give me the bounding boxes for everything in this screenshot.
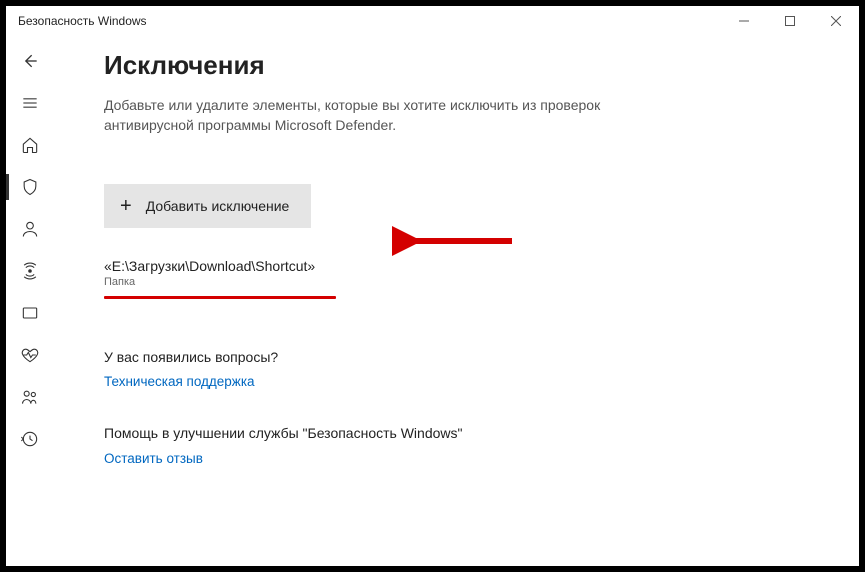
maximize-button[interactable]	[767, 6, 813, 36]
hamburger-icon	[20, 93, 40, 113]
network-icon	[20, 261, 40, 281]
family-icon	[20, 387, 40, 407]
questions-heading: У вас появились вопросы?	[104, 349, 819, 365]
sidebar-item-device[interactable]	[6, 334, 54, 376]
window-title: Безопасность Windows	[18, 14, 147, 28]
add-exclusion-button[interactable]: + Добавить исключение	[104, 184, 311, 228]
shield-icon	[20, 177, 40, 197]
person-icon	[20, 219, 40, 239]
page-title: Исключения	[104, 50, 819, 81]
back-button[interactable]	[6, 40, 54, 82]
exclusion-item[interactable]: «E:\Загрузки\Download\Shortcut» Папка	[104, 258, 819, 288]
add-button-label: Добавить исключение	[146, 198, 290, 214]
home-icon	[20, 135, 40, 155]
arrow-left-icon	[20, 51, 40, 71]
app-icon	[20, 303, 40, 323]
annotation-underline	[104, 296, 336, 299]
exclusion-type: Папка	[104, 276, 819, 288]
titlebar: Безопасность Windows	[6, 6, 859, 36]
sidebar-item-home[interactable]	[6, 124, 54, 166]
sidebar-item-firewall[interactable]	[6, 250, 54, 292]
window: Безопасность Windows	[6, 6, 859, 566]
menu-button[interactable]	[6, 82, 54, 124]
sidebar-item-history[interactable]	[6, 418, 54, 460]
sidebar-item-account[interactable]	[6, 208, 54, 250]
sidebar-item-family[interactable]	[6, 376, 54, 418]
history-icon	[20, 429, 40, 449]
exclusion-path: «E:\Загрузки\Download\Shortcut»	[104, 258, 819, 274]
sidebar-item-app[interactable]	[6, 292, 54, 334]
main-content: Исключения Добавьте или удалите элементы…	[54, 36, 859, 566]
feedback-link[interactable]: Оставить отзыв	[104, 451, 203, 466]
window-controls	[721, 6, 859, 36]
minimize-button[interactable]	[721, 6, 767, 36]
plus-icon: +	[120, 196, 132, 216]
support-link[interactable]: Техническая поддержка	[104, 374, 255, 389]
page-description: Добавьте или удалите элементы, которые в…	[104, 95, 624, 136]
heart-pulse-icon	[20, 345, 40, 365]
help-heading: Помощь в улучшении службы "Безопасность …	[104, 423, 504, 444]
sidebar-item-virus[interactable]	[6, 166, 54, 208]
close-button[interactable]	[813, 6, 859, 36]
sidebar	[6, 36, 54, 566]
